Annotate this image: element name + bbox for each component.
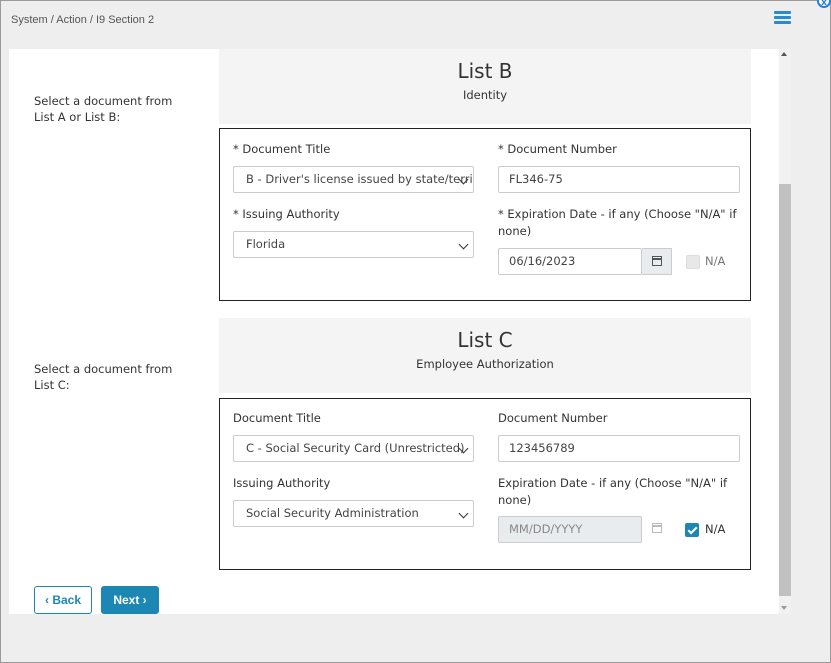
form-content: Select a document from List A or List B:… <box>9 49 779 614</box>
list-c-title: List C <box>457 328 513 352</box>
list-b-exp-date-input[interactable]: 06/16/2023 <box>498 248 642 275</box>
chevron-left-icon: ‹ <box>44 593 49 607</box>
list-b-calendar-button[interactable] <box>642 248 672 275</box>
back-button[interactable]: ‹ Back <box>34 586 92 614</box>
list-c-exp-date-input[interactable]: MM/DD/YYYY <box>498 516 642 543</box>
list-b-issuing-value: Florida <box>246 237 286 251</box>
list-c-doc-title-value: C - Social Security Card (Unrestricted) <box>246 441 465 455</box>
list-c-subtitle: Employee Authorization <box>416 357 554 371</box>
menu-list-icon[interactable] <box>774 11 791 26</box>
calendar-icon <box>652 256 662 266</box>
list-b-doc-number-input[interactable]: FL346-75 <box>498 166 740 193</box>
breadcrumb: System / Action / I9 Section 2 <box>11 14 155 26</box>
chevron-down-icon <box>458 508 469 519</box>
list-c-doc-title-select[interactable]: C - Social Security Card (Unrestricted) <box>233 435 474 462</box>
back-button-label: Back <box>52 593 82 607</box>
list-c-doc-title-label: Document Title <box>233 411 321 425</box>
list-c-doc-number-input[interactable]: 123456789 <box>498 435 740 462</box>
list-b-issuing-label: * Issuing Authority <box>233 207 340 221</box>
chevron-right-icon: › <box>142 593 147 607</box>
list-b-issuing-select[interactable]: Florida <box>233 231 474 258</box>
list-b-na-label: N/A <box>705 254 726 268</box>
list-b-doc-number-label: * Document Number <box>498 142 617 156</box>
list-b-title: List B <box>457 59 513 83</box>
list-c-instruction: Select a document from List C: <box>34 362 173 392</box>
list-c-na-checkbox[interactable] <box>685 523 699 537</box>
vertical-scrollbar[interactable] <box>779 49 791 614</box>
calendar-icon <box>652 523 662 533</box>
list-b-instruction: Select a document from List A or List B: <box>34 94 173 124</box>
scroll-thumb[interactable] <box>779 184 791 596</box>
scroll-down-icon[interactable] <box>781 606 787 610</box>
list-c-doc-number-label: Document Number <box>498 411 608 425</box>
list-c-issuing-label: Issuing Authority <box>233 476 331 490</box>
list-b-exp-label: * Expiration Date - if any (Choose "N/A"… <box>498 207 737 238</box>
list-b-header: List B Identity <box>219 49 751 124</box>
list-b-na-checkbox[interactable] <box>686 255 700 269</box>
list-b-form: * Document Title B - Driver's license is… <box>219 128 751 301</box>
list-b-doc-title-select[interactable]: B - Driver's license issued by state/ter… <box>233 166 474 193</box>
dialog-window: System / Action / I9 Section 2 Select a … <box>0 0 831 663</box>
list-c-calendar-button[interactable] <box>642 516 672 543</box>
list-b-doc-title-value: B - Driver's license issued by state/ter… <box>246 172 474 186</box>
list-b-doc-title-label: * Document Title <box>233 142 331 156</box>
list-c-exp-label: Expiration Date - if any (Choose "N/A" i… <box>498 476 728 507</box>
list-c-issuing-select[interactable]: Social Security Administration <box>233 500 474 527</box>
list-c-form: Document Title C - Social Security Card … <box>219 398 751 570</box>
chevron-down-icon <box>458 239 469 250</box>
list-b-subtitle: Identity <box>462 88 508 102</box>
next-button-label: Next <box>113 593 140 607</box>
list-c-na-label: N/A <box>705 522 726 536</box>
list-c-header: List C Employee Authorization <box>219 318 751 393</box>
scroll-up-icon[interactable] <box>781 52 787 56</box>
list-c-issuing-value: Social Security Administration <box>246 506 419 520</box>
next-button[interactable]: Next › <box>101 586 159 614</box>
